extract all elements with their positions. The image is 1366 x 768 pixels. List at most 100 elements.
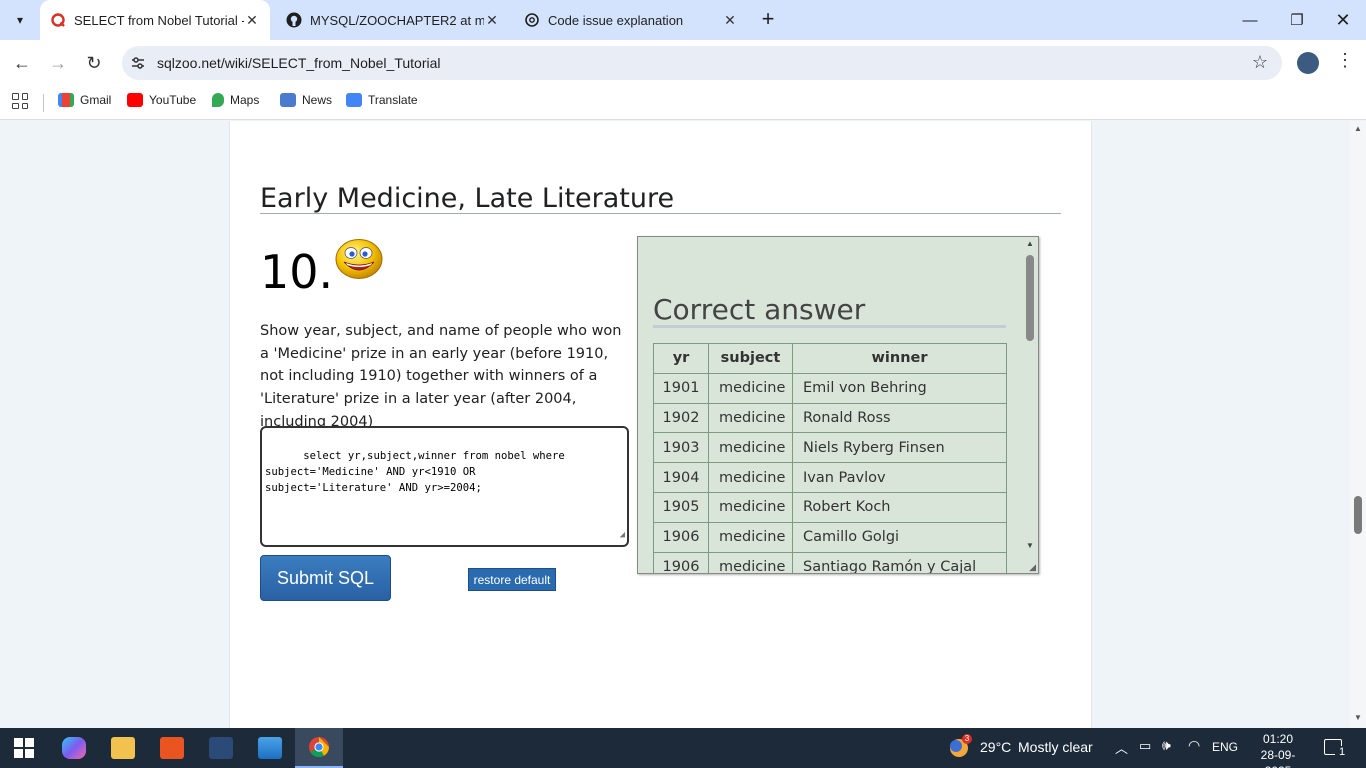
mysql-workbench-icon — [209, 737, 233, 759]
section-title: Early Medicine, Late Literature — [260, 183, 675, 214]
volume-icon[interactable]: 🕪 — [1162, 737, 1171, 754]
cell-subject: medicine — [708, 462, 793, 493]
scroll-thumb[interactable] — [1026, 255, 1034, 341]
table-row: 1902 medicine Ronald Ross — [653, 402, 1007, 434]
kebab-menu-icon[interactable]: ⋮ — [1336, 50, 1354, 71]
start-button[interactable] — [0, 728, 48, 768]
tab-close-icon[interactable]: ✕ — [722, 12, 738, 29]
restore-default-button[interactable]: restore default — [468, 568, 556, 591]
cell-winner: Robert Koch — [792, 491, 1007, 523]
wifi-icon[interactable]: ◠ — [1188, 737, 1200, 754]
tab-close-icon[interactable]: ✕ — [484, 12, 500, 29]
tab-close-icon[interactable]: ✕ — [244, 12, 260, 29]
cell-yr: 1906 — [653, 521, 709, 553]
restore-window-icon[interactable]: ❐ — [1285, 8, 1309, 32]
smiley-face-icon — [335, 238, 383, 280]
weather-icon[interactable]: 3 — [946, 734, 972, 760]
windows-taskbar: 3 29°C Mostly clear ︿ ▭ 🕪 ◠ ENG 01:20 28… — [0, 728, 1366, 768]
taskbar-photos[interactable] — [246, 728, 294, 768]
browser-toolbar: ← → ↻ sqlzoo.net/wiki/SELECT_from_Nobel_… — [0, 40, 1366, 86]
cell-subject: medicine — [708, 521, 793, 553]
language-indicator[interactable]: ENG — [1212, 740, 1238, 754]
bookmark-gmail[interactable]: Gmail — [58, 93, 111, 107]
tab-search-chevron-icon[interactable]: ▾ — [6, 6, 34, 34]
answer-table: yr subject winner 1901 medicine Emil von… — [653, 343, 1007, 573]
copilot-icon — [62, 737, 86, 759]
cell-winner: Niels Ryberg Finsen — [792, 432, 1007, 464]
notification-center-icon[interactable]: 1 — [1324, 739, 1349, 758]
taskbar-mysql-workbench[interactable] — [197, 728, 245, 768]
table-row: 1905 medicine Robert Koch — [653, 491, 1007, 523]
scroll-down-arrow-icon[interactable]: ▼ — [1026, 541, 1034, 550]
bookmark-maps[interactable]: Maps — [212, 93, 259, 107]
table-row: 1904 medicine Ivan Pavlov — [653, 462, 1007, 493]
weather-description[interactable]: Mostly clear — [1018, 739, 1093, 755]
scroll-down-arrow-icon[interactable]: ▼ — [1354, 713, 1362, 722]
forward-arrow-icon[interactable]: → — [46, 51, 70, 75]
maps-pin-icon — [212, 93, 224, 107]
answer-panel-scrollbar[interactable]: ▲ ▼ — [1022, 237, 1038, 573]
notification-count: 1 — [1335, 746, 1349, 758]
cell-yr: 1905 — [653, 491, 709, 523]
scroll-up-arrow-icon[interactable]: ▲ — [1354, 124, 1362, 133]
ubuntu-icon — [160, 737, 184, 759]
minimize-icon[interactable]: ― — [1238, 8, 1262, 32]
photos-icon — [258, 737, 282, 759]
cell-yr: 1903 — [653, 432, 709, 464]
address-bar[interactable]: sqlzoo.net/wiki/SELECT_from_Nobel_Tutori… — [122, 46, 1282, 80]
site-info-icon[interactable] — [130, 55, 146, 71]
correct-answer-panel[interactable]: Correct answer yr subject winner 1901 me… — [637, 236, 1039, 574]
tray-chevron-up-icon[interactable]: ︿ — [1115, 738, 1128, 757]
tab-github[interactable]: MYSQL/ZOOCHAPTER2 at main ✕ — [276, 0, 510, 40]
taskbar-file-explorer[interactable] — [99, 728, 147, 768]
page-scrollbar[interactable]: ▲ ▼ — [1350, 121, 1366, 728]
tab-title: MYSQL/ZOOCHAPTER2 at main — [310, 12, 484, 28]
close-window-icon[interactable]: ✕ — [1331, 8, 1355, 32]
bookmark-translate[interactable]: Translate — [346, 93, 418, 107]
cell-subject: medicine — [708, 551, 793, 573]
tab-title: Code issue explanation — [548, 12, 684, 28]
news-icon — [280, 93, 296, 107]
cell-winner: Ivan Pavlov — [792, 462, 1007, 493]
apps-grid-icon[interactable] — [12, 93, 28, 109]
taskbar-ubuntu-app[interactable] — [148, 728, 196, 768]
bookmark-label: Maps — [230, 93, 260, 107]
folder-icon — [111, 737, 135, 759]
clock-date: 28-09-2025 — [1260, 748, 1296, 768]
bookmark-star-icon[interactable]: ☆ — [1252, 52, 1268, 73]
bookmark-youtube[interactable]: YouTube — [127, 93, 196, 107]
cell-subject: medicine — [708, 432, 793, 464]
back-arrow-icon[interactable]: ← — [10, 51, 34, 75]
battery-icon[interactable]: ▭ — [1139, 738, 1151, 754]
tab-chatgpt[interactable]: Code issue explanation ✕ — [514, 0, 748, 40]
taskbar-copilot[interactable] — [50, 728, 98, 768]
column-header: winner — [792, 343, 1007, 374]
scroll-thumb[interactable] — [1354, 496, 1362, 534]
sql-query-text: select yr,subject,winner from nobel wher… — [265, 450, 565, 494]
table-row: 1906 medicine Camillo Golgi — [653, 521, 1007, 553]
github-favicon-icon — [286, 12, 302, 28]
question-number: 10. — [260, 245, 334, 299]
clock[interactable]: 01:20 28-09-2025 — [1248, 731, 1308, 768]
submit-sql-button[interactable]: Submit SQL — [260, 555, 391, 601]
weather-temperature[interactable]: 29°C — [980, 739, 1011, 755]
resize-grip-icon[interactable]: ◢ — [1029, 562, 1036, 573]
cell-subject: medicine — [708, 372, 793, 404]
column-header: subject — [708, 343, 793, 374]
reload-icon[interactable]: ↻ — [82, 51, 106, 75]
cell-subject: medicine — [708, 402, 793, 434]
taskbar-chrome[interactable] — [295, 728, 343, 768]
bookmarks-separator — [43, 94, 44, 112]
sql-query-textarea[interactable]: select yr,subject,winner from nobel wher… — [260, 426, 629, 547]
new-tab-plus-icon[interactable]: + — [756, 8, 780, 32]
tab-strip: ▾ SELECT from Nobel Tutorial - SQ ✕ MYSQ… — [0, 0, 1366, 40]
cell-yr: 1902 — [653, 402, 709, 434]
page-viewport: Early Medicine, Late Literature 10. Show… — [0, 121, 1350, 728]
tab-nobel-tutorial[interactable]: SELECT from Nobel Tutorial - SQ ✕ — [40, 0, 270, 40]
profile-avatar[interactable] — [1297, 52, 1319, 74]
scroll-up-arrow-icon[interactable]: ▲ — [1026, 239, 1034, 248]
bookmark-news[interactable]: News — [280, 93, 332, 107]
page-content: Early Medicine, Late Literature 10. Show… — [229, 121, 1092, 728]
resize-grip-icon[interactable]: ◢ — [620, 527, 625, 543]
cell-winner: Emil von Behring — [792, 372, 1007, 404]
